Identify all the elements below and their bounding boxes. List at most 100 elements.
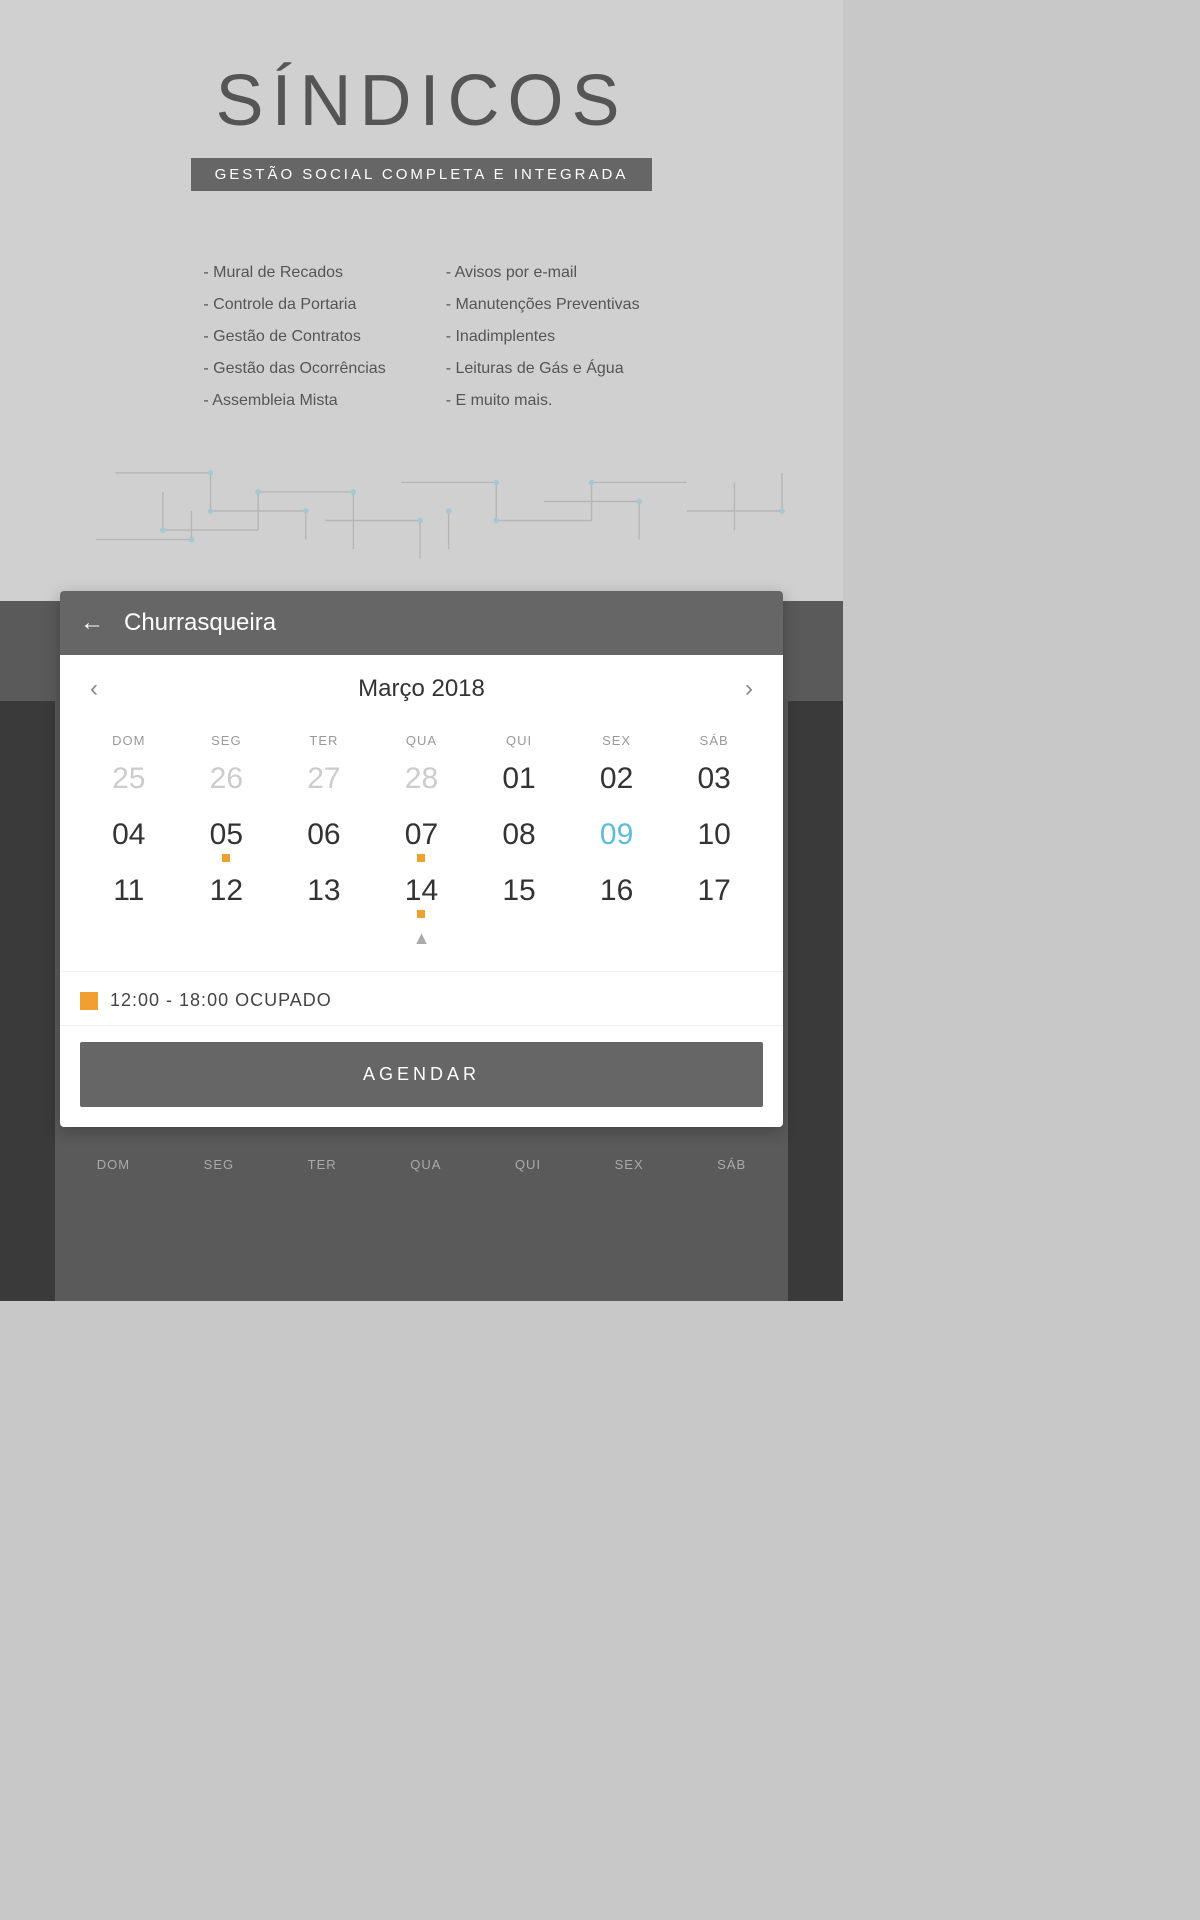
day-dot-placeholder: [417, 798, 425, 806]
calendar-day[interactable]: 14: [373, 866, 471, 922]
feature-item: - Assembleia Mista: [203, 389, 385, 413]
calendar-week-row: 25 26 27 28: [80, 754, 763, 810]
weekday-header-sab: SÁB: [665, 727, 763, 754]
booking-dot-indicator: [222, 854, 230, 862]
calendar-week-row: 11 12 13 14: [80, 866, 763, 922]
day-number: 02: [568, 762, 666, 795]
bottom-section: ← Churrasqueira ‹ Março 2018 › DOM SEG: [0, 601, 843, 1301]
feature-item: - Gestão de Contratos: [203, 325, 385, 349]
day-dot-placeholder: [710, 910, 718, 918]
next-month-button[interactable]: ›: [735, 671, 763, 707]
weekday-header-sex: SEX: [568, 727, 666, 754]
day-number: 03: [665, 762, 763, 795]
calendar-day[interactable]: 10: [665, 810, 763, 866]
day-number: 26: [178, 762, 276, 795]
day-number: 05: [178, 818, 276, 851]
calendar-day[interactable]: 01: [470, 754, 568, 810]
day-dot-placeholder: [613, 798, 621, 806]
day-dot-placeholder: [613, 910, 621, 918]
agendar-section: AGENDAR: [60, 1026, 783, 1127]
day-dot-placeholder: [320, 910, 328, 918]
feature-item: - Manutenções Preventivas: [446, 293, 640, 317]
day-dot-placeholder: [222, 910, 230, 918]
weekday-header-dom: DOM: [80, 727, 178, 754]
day-dot-placeholder: [125, 798, 133, 806]
booking-dot-indicator: [417, 910, 425, 918]
calendar-week-row: 04 05 06 07: [80, 810, 763, 866]
month-label: Março 2018: [358, 675, 485, 703]
bottom-weekday-sex: SEX: [615, 1157, 644, 1172]
calendar-card-title: Churrasqueira: [124, 609, 276, 637]
calendar-day[interactable]: 06: [275, 810, 373, 866]
calendar-wrapper: ← Churrasqueira ‹ Março 2018 › DOM SEG: [0, 601, 843, 1188]
calendar-day[interactable]: 16: [568, 866, 666, 922]
day-dot-placeholder: [515, 854, 523, 862]
calendar-day[interactable]: 13: [275, 866, 373, 922]
day-dot-placeholder: [515, 798, 523, 806]
calendar-card: ← Churrasqueira ‹ Março 2018 › DOM SEG: [60, 591, 783, 1127]
day-dot-placeholder: [222, 798, 230, 806]
feature-item: - Inadimplentes: [446, 325, 640, 349]
feature-item: - Controle da Portaria: [203, 293, 385, 317]
prev-month-button[interactable]: ‹: [80, 671, 108, 707]
calendar-day[interactable]: 07: [373, 810, 471, 866]
calendar-grid: DOM SEG TER QUA QUI SEX SÁB: [80, 727, 763, 922]
top-section: SÍNDICOS GESTÃO SOCIAL COMPLETA E INTEGR…: [0, 0, 843, 601]
calendar-day[interactable]: 09: [568, 810, 666, 866]
bottom-weekday-sab: SÁB: [717, 1157, 746, 1172]
day-number: 11: [80, 874, 178, 907]
calendar-day[interactable]: 08: [470, 810, 568, 866]
month-nav: ‹ Março 2018 ›: [80, 671, 763, 707]
day-dot-placeholder: [320, 854, 328, 862]
feature-item: - Gestão das Ocorrências: [203, 357, 385, 381]
back-button[interactable]: ←: [80, 609, 104, 637]
calendar-day[interactable]: 27: [275, 754, 373, 810]
day-number: 08: [470, 818, 568, 851]
features-col-2: - Avisos por e-mail - Manutenções Preven…: [446, 261, 640, 421]
feature-item: - Leituras de Gás e Água: [446, 357, 640, 381]
booking-status-dot: [80, 992, 98, 1010]
calendar-day[interactable]: 11: [80, 866, 178, 922]
day-number: 12: [178, 874, 276, 907]
calendar-header: ← Churrasqueira: [60, 591, 783, 655]
circuit-decoration: [20, 451, 823, 571]
agendar-button[interactable]: AGENDAR: [80, 1042, 763, 1107]
features-col-1: - Mural de Recados - Controle da Portari…: [203, 261, 385, 421]
day-number: 13: [275, 874, 373, 907]
feature-item: - E muito mais.: [446, 389, 640, 413]
calendar-day[interactable]: 03: [665, 754, 763, 810]
weekday-header-qua: QUA: [373, 727, 471, 754]
day-number: 10: [665, 818, 763, 851]
booking-dot-indicator: [417, 854, 425, 862]
calendar-day[interactable]: 26: [178, 754, 276, 810]
day-number: 06: [275, 818, 373, 851]
booking-section: 12:00 - 18:00 OCUPADO: [60, 971, 783, 1025]
day-dot-placeholder: [515, 910, 523, 918]
day-dot-placeholder: [125, 910, 133, 918]
day-number: 16: [568, 874, 666, 907]
app-subtitle: GESTÃO SOCIAL COMPLETA E INTEGRADA: [191, 158, 653, 191]
day-number: 04: [80, 818, 178, 851]
expand-arrow[interactable]: ▲: [80, 922, 763, 955]
day-number: 25: [80, 762, 178, 795]
day-number: 01: [470, 762, 568, 795]
bottom-weekdays-row: DOM SEG TER QUA QUI SEX SÁB: [0, 1137, 843, 1188]
bottom-weekday-seg: SEG: [204, 1157, 234, 1172]
calendar-day[interactable]: 12: [178, 866, 276, 922]
calendar-day[interactable]: 25: [80, 754, 178, 810]
day-number: 07: [373, 818, 471, 851]
calendar-day[interactable]: 02: [568, 754, 666, 810]
day-dot-placeholder: [710, 854, 718, 862]
day-dot-placeholder: [125, 854, 133, 862]
calendar-day[interactable]: 17: [665, 866, 763, 922]
app-title: SÍNDICOS: [20, 60, 823, 142]
calendar-day[interactable]: 15: [470, 866, 568, 922]
features-list: - Mural de Recados - Controle da Portari…: [20, 251, 823, 431]
bottom-weekday-dom: DOM: [97, 1157, 130, 1172]
calendar-day[interactable]: 28: [373, 754, 471, 810]
day-number: 27: [275, 762, 373, 795]
calendar-day[interactable]: 05: [178, 810, 276, 866]
day-dot-placeholder: [320, 798, 328, 806]
calendar-day[interactable]: 04: [80, 810, 178, 866]
day-number-today: 09: [568, 818, 666, 851]
